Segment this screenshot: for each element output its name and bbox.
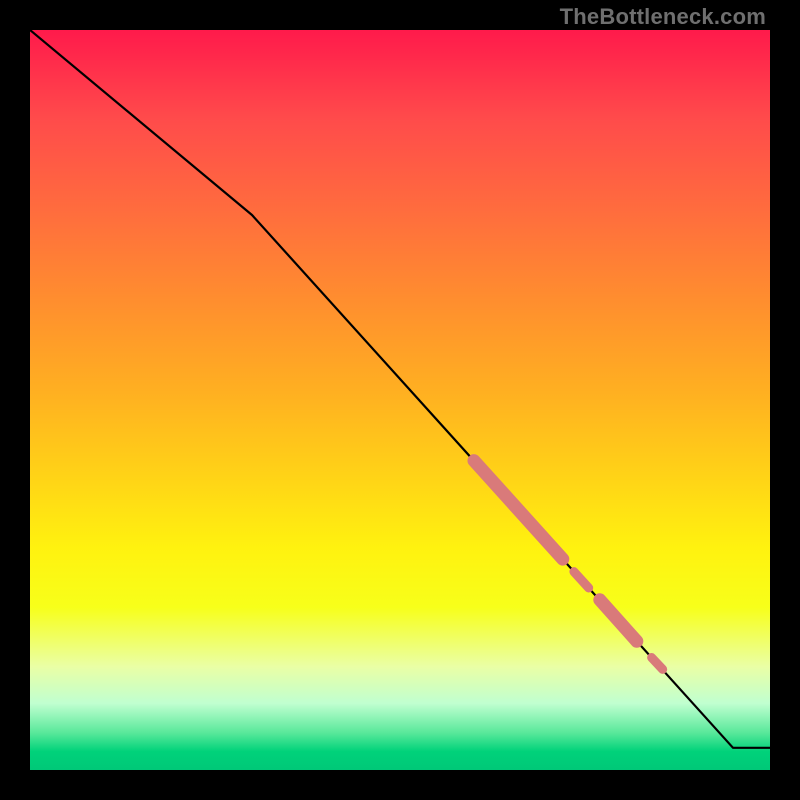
highlight-segment (474, 461, 563, 559)
highlight-segment (600, 600, 637, 641)
highlight-segment (652, 658, 663, 670)
plot-area (30, 30, 770, 770)
watermark-text: TheBottleneck.com (560, 4, 766, 30)
chart-svg (30, 30, 770, 770)
main-curve (30, 30, 770, 748)
highlight-segment (574, 572, 589, 588)
chart-stage: TheBottleneck.com (0, 0, 800, 800)
